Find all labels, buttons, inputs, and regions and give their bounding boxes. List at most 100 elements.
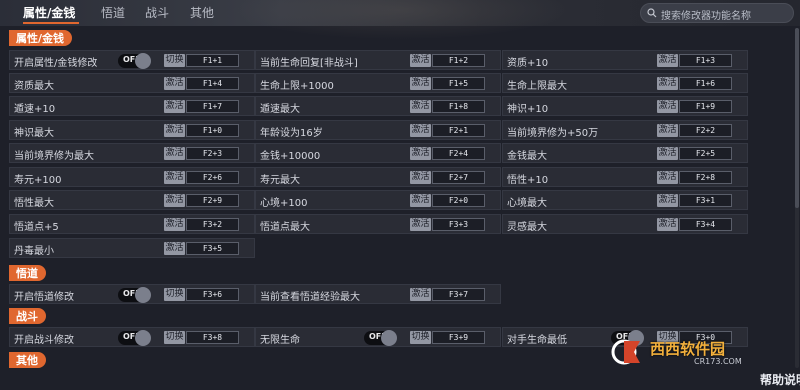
hotkey-field[interactable]: F3+6 — [186, 288, 239, 301]
hotkey-field[interactable]: F3+2 — [186, 218, 239, 231]
hotkey-field[interactable]: F1+9 — [679, 100, 732, 113]
switch-button[interactable]: 切换 — [164, 288, 185, 301]
cheat-label: 悟道点最大 — [260, 222, 310, 233]
hotkey-field[interactable]: F1+2 — [432, 54, 485, 67]
hotkey-field[interactable]: F2+5 — [679, 147, 732, 160]
toggle-switch[interactable]: OFF — [364, 330, 397, 346]
activate-button[interactable]: 激活 — [657, 124, 678, 137]
help-link[interactable]: 帮助说明 — [760, 371, 800, 388]
cheat-row: 悟道点最大 激活 F3+3 — [255, 214, 501, 234]
section-other: 其他 — [9, 352, 46, 368]
tab-attributes-money[interactable]: 属性/金钱 — [23, 4, 75, 21]
activate-button[interactable]: 激活 — [657, 100, 678, 113]
cheat-row: 当前查看悟道经验最大 激活 F3+7 — [255, 284, 501, 304]
activate-button[interactable]: 激活 — [410, 218, 431, 231]
cheat-row: 遁速+10 激活 F1+7 — [9, 96, 255, 116]
activate-button[interactable]: 激活 — [657, 171, 678, 184]
toggle-switch[interactable]: OFF — [118, 287, 151, 303]
hotkey-field[interactable]: F3+8 — [186, 331, 239, 344]
hotkey-field[interactable]: F1+7 — [186, 100, 239, 113]
tab-enlightenment[interactable]: 悟道 — [101, 4, 125, 21]
cheat-row: 寿元最大 激活 F2+7 — [255, 167, 501, 187]
cheat-row: 当前境界修为+50万 激活 F2+2 — [502, 120, 748, 140]
activate-button[interactable]: 激活 — [657, 147, 678, 160]
hotkey-field[interactable]: F3+9 — [432, 331, 485, 344]
cheat-label: 开启悟道修改 — [14, 292, 74, 303]
activate-button[interactable]: 激活 — [164, 242, 185, 255]
activate-button[interactable]: 激活 — [410, 124, 431, 137]
activate-button[interactable]: 激活 — [657, 218, 678, 231]
hotkey-field[interactable]: F3+1 — [679, 194, 732, 207]
toggle-knob — [381, 330, 397, 346]
hotkey-field[interactable]: F3+4 — [679, 218, 732, 231]
cheat-label: 悟性+10 — [507, 175, 549, 186]
search-input[interactable]: 搜索修改器功能名称 — [661, 7, 751, 22]
cheat-row: 灵感最大 激活 F3+4 — [502, 214, 748, 234]
hotkey-field[interactable]: F1+0 — [186, 124, 239, 137]
activate-button[interactable]: 激活 — [164, 100, 185, 113]
cheat-label: 寿元+100 — [14, 175, 62, 186]
cheat-label: 遁速最大 — [260, 104, 300, 115]
switch-button[interactable]: 切换 — [164, 331, 185, 344]
hotkey-field[interactable]: F1+4 — [186, 77, 239, 90]
hotkey-field[interactable]: F2+4 — [432, 147, 485, 160]
toggle-switch[interactable]: OFF — [118, 53, 151, 69]
cheat-row: 当前境界修为最大 激活 F2+3 — [9, 143, 255, 163]
hotkey-field[interactable]: F3+3 — [432, 218, 485, 231]
activate-button[interactable]: 激活 — [164, 218, 185, 231]
cheat-row: 开启属性/金钱修改 OFF 切换 F1+1 — [9, 50, 255, 70]
cheat-label: 悟道点+5 — [14, 222, 59, 233]
activate-button[interactable]: 激活 — [410, 54, 431, 67]
section-attributes-money: 属性/金钱 — [9, 30, 73, 46]
tab-combat[interactable]: 战斗 — [145, 4, 169, 21]
scrollbar-thumb[interactable] — [795, 28, 799, 208]
hotkey-field[interactable]: F2+2 — [679, 124, 732, 137]
activate-button[interactable]: 激活 — [657, 77, 678, 90]
activate-button[interactable]: 激活 — [410, 194, 431, 207]
cheat-row: 神识+10 激活 F1+9 — [502, 96, 748, 116]
cheat-label: 金钱最大 — [507, 151, 547, 162]
search-box[interactable]: 搜索修改器功能名称 — [640, 3, 794, 23]
activate-button[interactable]: 激活 — [164, 124, 185, 137]
hotkey-field[interactable]: F2+3 — [186, 147, 239, 160]
hotkey-field[interactable]: F1+5 — [432, 77, 485, 90]
watermark-domain: CR173.COM — [694, 357, 742, 366]
hotkey-field[interactable]: F2+7 — [432, 171, 485, 184]
scrollbar[interactable] — [795, 28, 799, 368]
hotkey-field[interactable]: F1+8 — [432, 100, 485, 113]
hotkey-field[interactable]: F2+9 — [186, 194, 239, 207]
switch-button[interactable]: 切换 — [164, 54, 185, 67]
cheat-label: 丹毒最小 — [14, 246, 54, 257]
activate-button[interactable]: 激活 — [410, 171, 431, 184]
hotkey-field[interactable]: F2+1 — [432, 124, 485, 137]
activate-button[interactable]: 激活 — [164, 147, 185, 160]
switch-button[interactable]: 切换 — [410, 331, 431, 344]
activate-button[interactable]: 激活 — [164, 77, 185, 90]
header-artwork — [230, 0, 570, 40]
cheat-row: 心境+100 激活 F2+0 — [255, 190, 501, 210]
watermark-site-name: 西西软件园 — [650, 340, 726, 358]
activate-button[interactable]: 激活 — [164, 194, 185, 207]
hotkey-field[interactable]: F1+1 — [186, 54, 239, 67]
hotkey-field[interactable]: F2+0 — [432, 194, 485, 207]
hotkey-field[interactable]: F3+7 — [432, 288, 485, 301]
activate-button[interactable]: 激活 — [657, 54, 678, 67]
cheat-label: 神识+10 — [507, 104, 549, 115]
tab-other[interactable]: 其他 — [190, 4, 214, 21]
cheat-row: 金钱最大 激活 F2+5 — [502, 143, 748, 163]
hotkey-field[interactable]: F3+5 — [186, 242, 239, 255]
activate-button[interactable]: 激活 — [164, 171, 185, 184]
hotkey-field[interactable]: F2+8 — [679, 171, 732, 184]
cheat-row: 心境最大 激活 F3+1 — [502, 190, 748, 210]
activate-button[interactable]: 激活 — [410, 100, 431, 113]
hotkey-field[interactable]: F1+6 — [679, 77, 732, 90]
toggle-knob — [135, 287, 151, 303]
toggle-switch[interactable]: OFF — [118, 330, 151, 346]
cheat-label: 对手生命最低 — [507, 335, 567, 346]
activate-button[interactable]: 激活 — [410, 147, 431, 160]
hotkey-field[interactable]: F1+3 — [679, 54, 732, 67]
activate-button[interactable]: 激活 — [410, 77, 431, 90]
activate-button[interactable]: 激活 — [410, 288, 431, 301]
hotkey-field[interactable]: F2+6 — [186, 171, 239, 184]
activate-button[interactable]: 激活 — [657, 194, 678, 207]
